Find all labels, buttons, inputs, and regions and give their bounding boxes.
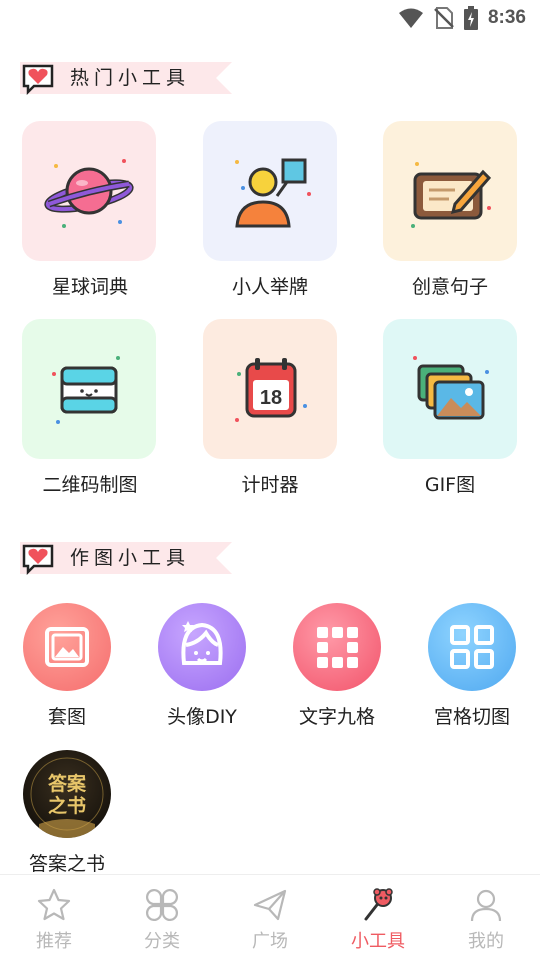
nav-item-tools[interactable]: 小工具: [324, 875, 432, 961]
grid-cut-icon: [450, 625, 494, 669]
avatar-face-icon: [181, 621, 223, 665]
nav-label: 我的: [468, 931, 504, 952]
section-header-hot-tools: 热门小工具: [20, 60, 232, 96]
paper-plane-icon: [253, 889, 287, 921]
status-time: 8:36: [487, 7, 526, 28]
tool-card-person-sign[interactable]: [203, 121, 337, 261]
gif-images-icon: [413, 356, 489, 420]
status-bar: 8:36: [0, 0, 540, 36]
calendar-day-text: 18: [260, 387, 282, 409]
tool-card-creative-sentences[interactable]: [383, 121, 517, 261]
planet-icon: [44, 159, 134, 228]
tools-icon: [364, 888, 393, 921]
section-title: 热门小工具: [70, 67, 191, 89]
tool-label: 宫格切图: [433, 706, 510, 728]
tool-card-timer[interactable]: 18: [203, 319, 337, 459]
nav-label: 广场: [252, 931, 288, 952]
answer-book-icon: 答案 之书: [30, 757, 104, 838]
person-sign-icon: [235, 158, 311, 228]
nav-label: 分类: [144, 931, 180, 952]
section-header-drawing-tools: 作图小工具: [20, 540, 232, 576]
tool-text-nine-grid[interactable]: [293, 603, 381, 691]
tool-grid-cut[interactable]: [428, 603, 516, 691]
nav-item-category[interactable]: 分类: [108, 875, 216, 961]
nav-label: 推荐: [36, 931, 72, 952]
tool-label: 头像DIY: [167, 706, 237, 728]
bottom-nav: 推荐 分类 广场 小工具 我的: [0, 874, 540, 961]
heart-speech-icon: [22, 544, 54, 576]
tool-label: GIF图: [424, 474, 476, 496]
tool-card-qr-code[interactable]: [22, 319, 156, 459]
tool-label: 计时器: [241, 474, 299, 496]
section-title: 作图小工具: [70, 547, 191, 569]
svg-text:之书: 之书: [48, 794, 86, 817]
nav-item-mine[interactable]: 我的: [432, 875, 540, 961]
picture-frame-icon: [45, 627, 89, 667]
tool-card-gif[interactable]: [383, 319, 517, 459]
tool-label: 二维码制图: [42, 474, 138, 496]
nav-item-recommend[interactable]: 推荐: [0, 875, 108, 961]
category-icon: [146, 889, 178, 921]
heart-speech-icon: [22, 64, 54, 96]
tool-label: 套图: [47, 706, 86, 728]
nav-label: 小工具: [351, 931, 405, 952]
tool-answer-book[interactable]: 答案 之书: [23, 750, 111, 838]
tool-label: 创意句子: [411, 276, 488, 298]
tool-card-planet-dictionary[interactable]: [22, 121, 156, 261]
tool-label: 小人举牌: [231, 276, 308, 298]
status-icons: 8:36: [398, 6, 526, 30]
tool-label: 文字九格: [298, 706, 375, 728]
wifi-icon: [398, 8, 423, 28]
profile-icon: [470, 889, 502, 922]
no-sim-icon: [434, 7, 454, 29]
star-icon: [37, 888, 71, 921]
tool-picture-frame[interactable]: [23, 603, 111, 691]
nav-item-square[interactable]: 广场: [216, 875, 324, 961]
nine-grid-icon: [317, 627, 358, 668]
svg-text:答案: 答案: [48, 772, 87, 795]
tool-avatar-diy[interactable]: [158, 603, 246, 691]
battery-charging-icon: [463, 6, 478, 30]
qr-scan-icon: [52, 356, 120, 424]
tool-label: 答案之书: [28, 853, 105, 875]
tool-label: 星球词典: [51, 276, 128, 298]
calendar-icon: 18: [235, 358, 307, 422]
tablet-pen-icon: [411, 162, 492, 228]
